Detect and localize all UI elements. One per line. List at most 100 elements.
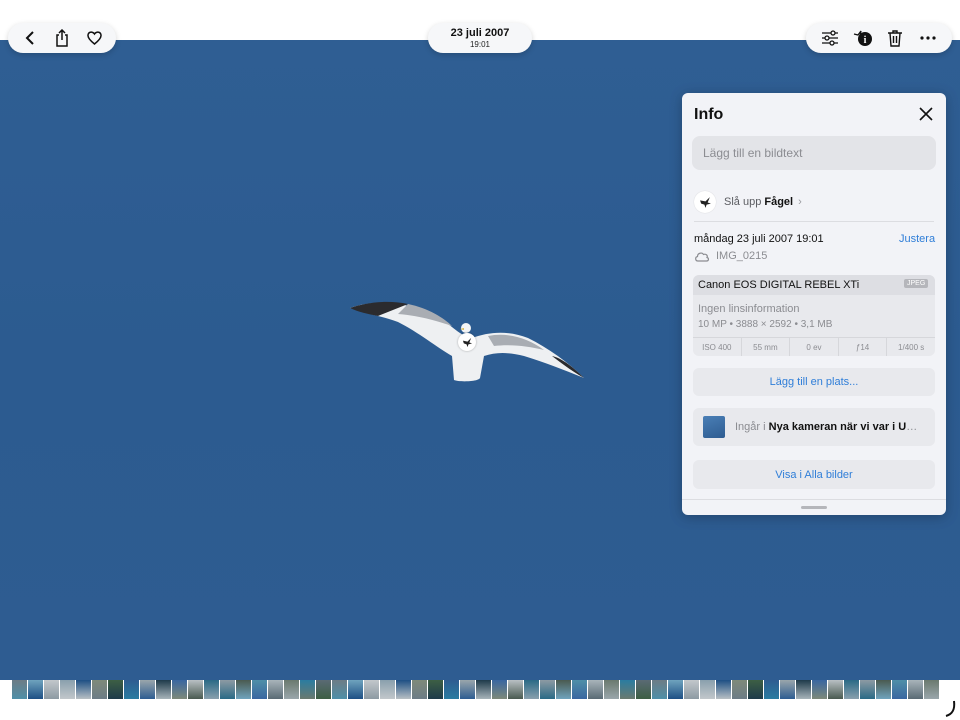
- filmstrip-thumbnail[interactable]: [396, 680, 411, 699]
- filename-row: IMG_0215: [694, 250, 767, 262]
- filmstrip-thumbnail[interactable]: [636, 680, 651, 699]
- filmstrip-thumbnail[interactable]: [700, 680, 715, 699]
- filmstrip-thumbnail[interactable]: [860, 680, 875, 699]
- filmstrip-thumbnail[interactable]: [844, 680, 859, 699]
- divider: [682, 499, 946, 500]
- filmstrip-thumbnail[interactable]: [572, 680, 587, 699]
- add-location-button[interactable]: Lägg till en plats...: [693, 368, 935, 396]
- filmstrip-thumbnail[interactable]: [428, 680, 443, 699]
- filmstrip-thumbnails: [12, 680, 948, 699]
- filmstrip-thumbnail[interactable]: [556, 680, 571, 699]
- chevron-left-icon: [25, 31, 34, 45]
- filmstrip-thumbnail[interactable]: [748, 680, 763, 699]
- show-in-all-photos-button[interactable]: Visa i Alla bilder: [693, 460, 935, 489]
- filmstrip-thumbnail[interactable]: [268, 680, 283, 699]
- more-button[interactable]: [916, 26, 940, 50]
- filmstrip-thumbnail[interactable]: [716, 680, 731, 699]
- photo-date: 23 juli 2007: [450, 26, 510, 39]
- filmstrip-thumbnail[interactable]: [332, 680, 347, 699]
- filmstrip-thumbnail[interactable]: [812, 680, 827, 699]
- filmstrip-thumbnail[interactable]: [492, 680, 507, 699]
- filmstrip-thumbnail[interactable]: [60, 680, 75, 699]
- filmstrip-thumbnail[interactable]: [620, 680, 635, 699]
- edit-button[interactable]: [818, 26, 842, 50]
- info-title: Info: [694, 106, 724, 123]
- filmstrip-thumbnail[interactable]: [380, 680, 395, 699]
- filmstrip-thumbnail[interactable]: [252, 680, 267, 699]
- album-row[interactable]: Ingår i Nya kameran när vi var i US...: [693, 408, 935, 446]
- filmstrip-thumbnail[interactable]: [460, 680, 475, 699]
- filmstrip-thumbnail[interactable]: [300, 680, 315, 699]
- nav-toolbar: [8, 23, 116, 53]
- filmstrip-thumbnail[interactable]: [604, 680, 619, 699]
- filmstrip-thumbnail[interactable]: [364, 680, 379, 699]
- filmstrip-thumbnail[interactable]: [12, 680, 27, 699]
- visual-lookup-row[interactable]: Slå upp Fågel ›: [694, 191, 934, 213]
- delete-button[interactable]: [883, 26, 907, 50]
- camera-model: Canon EOS DIGITAL REBEL XTi: [698, 279, 860, 291]
- favorite-button[interactable]: [82, 26, 106, 50]
- filmstrip-thumbnail[interactable]: [796, 680, 811, 699]
- filmstrip-thumbnail[interactable]: [444, 680, 459, 699]
- resize-grabber[interactable]: [801, 506, 827, 509]
- info-button[interactable]: i: [851, 26, 875, 50]
- filmstrip-thumbnail[interactable]: [316, 680, 331, 699]
- filmstrip-thumbnail[interactable]: [476, 680, 491, 699]
- filmstrip-thumbnail[interactable]: [188, 680, 203, 699]
- filmstrip-thumbnail[interactable]: [140, 680, 155, 699]
- info-visual-lookup-icon: i: [853, 30, 872, 46]
- heart-icon: [86, 31, 102, 45]
- filmstrip-thumbnail[interactable]: [156, 680, 171, 699]
- filmstrip-thumbnail[interactable]: [652, 680, 667, 699]
- share-icon: [56, 29, 68, 47]
- format-badge: JPEG: [904, 279, 929, 288]
- caption-field[interactable]: Lägg till en bildtext: [692, 136, 936, 170]
- filmstrip-thumbnail[interactable]: [28, 680, 43, 699]
- filmstrip-thumbnail[interactable]: [732, 680, 747, 699]
- filmstrip-thumbnail[interactable]: [588, 680, 603, 699]
- filmstrip-thumbnail[interactable]: [284, 680, 299, 699]
- caption-placeholder: Lägg till en bildtext: [703, 146, 803, 160]
- filmstrip-thumbnail[interactable]: [76, 680, 91, 699]
- filmstrip[interactable]: [0, 680, 960, 720]
- filmstrip-thumbnail[interactable]: [924, 680, 939, 699]
- filmstrip-thumbnail[interactable]: [668, 680, 683, 699]
- filmstrip-thumbnail[interactable]: [908, 680, 923, 699]
- exif-row: ISO 400 55 mm 0 ev ƒ14 1/400 s: [693, 337, 935, 356]
- filmstrip-thumbnail[interactable]: [348, 680, 363, 699]
- filmstrip-thumbnail[interactable]: [764, 680, 779, 699]
- visual-lookup-badge[interactable]: [458, 333, 476, 351]
- share-button[interactable]: [50, 26, 74, 50]
- album-name: Nya kameran när vi var i US...: [768, 421, 920, 433]
- adjust-button[interactable]: Justera: [899, 233, 935, 245]
- filmstrip-thumbnail[interactable]: [124, 680, 139, 699]
- bird-lookup-icon: [694, 191, 716, 213]
- lookup-prefix: Slå upp: [724, 196, 762, 208]
- filmstrip-thumbnail[interactable]: [172, 680, 187, 699]
- filmstrip-thumbnail[interactable]: [92, 680, 107, 699]
- filmstrip-thumbnail[interactable]: [524, 680, 539, 699]
- filmstrip-thumbnail[interactable]: [412, 680, 427, 699]
- close-button[interactable]: [918, 106, 934, 122]
- filmstrip-thumbnail[interactable]: [204, 680, 219, 699]
- filmstrip-thumbnail[interactable]: [876, 680, 891, 699]
- album-label: Ingår i Nya kameran när vi var i US...: [735, 421, 920, 433]
- filmstrip-thumbnail[interactable]: [44, 680, 59, 699]
- filmstrip-thumbnail[interactable]: [236, 680, 251, 699]
- filmstrip-thumbnail[interactable]: [684, 680, 699, 699]
- svg-text:i: i: [863, 35, 866, 46]
- exif-iso: ISO 400: [693, 338, 742, 356]
- filmstrip-thumbnail[interactable]: [892, 680, 907, 699]
- lookup-label: Slå upp Fågel: [724, 196, 793, 208]
- filmstrip-thumbnail[interactable]: [108, 680, 123, 699]
- filmstrip-thumbnail[interactable]: [508, 680, 523, 699]
- trash-icon: [888, 30, 903, 47]
- back-button[interactable]: [18, 26, 42, 50]
- album-thumbnail: [703, 416, 725, 438]
- filmstrip-thumbnail[interactable]: [828, 680, 843, 699]
- filmstrip-thumbnail[interactable]: [220, 680, 235, 699]
- actions-toolbar: i: [806, 23, 952, 53]
- filmstrip-thumbnail[interactable]: [780, 680, 795, 699]
- corner-arc-icon: [945, 700, 956, 717]
- filmstrip-thumbnail[interactable]: [540, 680, 555, 699]
